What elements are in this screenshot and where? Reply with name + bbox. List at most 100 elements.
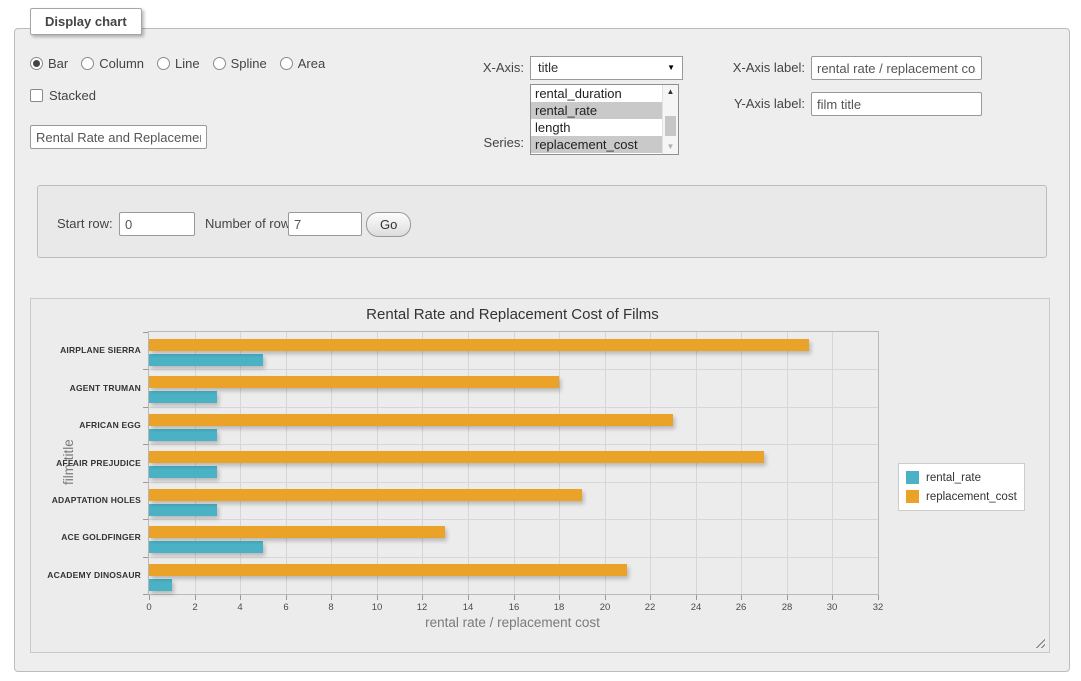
y-axis-label-input[interactable] [811, 92, 982, 116]
legend-item-replacement_cost: replacement_cost [906, 487, 1017, 506]
x-tick-label: 4 [220, 602, 260, 613]
x-axis-selected-value: title [538, 60, 558, 75]
bar-replacement_cost-6 [149, 564, 627, 576]
y-tick [143, 482, 148, 483]
bar-replacement_cost-4 [149, 489, 582, 501]
chart-type-spline[interactable]: Spline [213, 56, 267, 71]
start-row-input[interactable] [119, 212, 195, 236]
category-label: AFRICAN EGG [35, 420, 141, 431]
bar-replacement_cost-2 [149, 414, 673, 426]
stacked-label: Stacked [49, 88, 96, 103]
bar-rental_rate-0 [149, 354, 263, 366]
x-tick [514, 595, 515, 600]
category-label: AFFAIR PREJUDICE [35, 458, 141, 469]
series-option-replacement_cost[interactable]: replacement_cost [531, 136, 662, 153]
radio-icon [81, 57, 94, 70]
bar-rental_rate-4 [149, 504, 217, 516]
x-tick [240, 595, 241, 600]
gridline-h [149, 444, 878, 445]
y-tick [143, 369, 148, 370]
x-tick [605, 595, 606, 600]
x-tick [650, 595, 651, 600]
x-tick [787, 595, 788, 600]
y-tick [143, 519, 148, 520]
chart-type-area[interactable]: Area [280, 56, 325, 71]
x-tick-label: 12 [402, 602, 442, 613]
series-option-rental_duration[interactable]: rental_duration [531, 85, 662, 102]
chart-type-radio-group: Bar Column Line Spline Area [30, 56, 325, 71]
chart-type-line[interactable]: Line [157, 56, 200, 71]
y-tick [143, 407, 148, 408]
radio-icon [30, 57, 43, 70]
gridline-h [149, 369, 878, 370]
x-tick-label: 6 [266, 602, 306, 613]
x-tick-label: 22 [630, 602, 670, 613]
bar-rental_rate-2 [149, 429, 217, 441]
chart-plot-area [148, 331, 879, 595]
y-tick [143, 557, 148, 558]
legend-swatch [906, 471, 919, 484]
display-chart-legend: Display chart [30, 8, 142, 35]
x-tick [878, 595, 879, 600]
radio-icon [280, 57, 293, 70]
x-axis-label-input[interactable] [811, 56, 982, 80]
x-tick [422, 595, 423, 600]
bar-replacement_cost-1 [149, 376, 559, 388]
x-tick [468, 595, 469, 600]
y-axis-field-label: Y-Axis label: [655, 92, 805, 116]
chart-type-label: Area [298, 56, 325, 71]
chart-x-axis-label: rental rate / replacement cost [148, 615, 877, 630]
chart-legend: rental_rate replacement_cost [898, 463, 1025, 511]
category-label: ACE GOLDFINGER [35, 532, 141, 543]
chart-type-label: Spline [231, 56, 267, 71]
x-tick [741, 595, 742, 600]
chart-type-label: Column [99, 56, 144, 71]
x-tick-label: 32 [858, 602, 898, 613]
scrollbar-thumb[interactable] [665, 116, 676, 136]
category-label: AGENT TRUMAN [35, 383, 141, 394]
chart-type-label: Bar [48, 56, 68, 71]
x-tick [149, 595, 150, 600]
stacked-checkbox-row[interactable]: Stacked [30, 88, 96, 103]
chart-title-input[interactable] [30, 125, 207, 149]
resize-grip-icon[interactable] [1033, 636, 1045, 648]
x-tick-label: 18 [539, 602, 579, 613]
radio-icon [157, 57, 170, 70]
y-tick [143, 444, 148, 445]
x-tick [559, 595, 560, 600]
chart-type-bar[interactable]: Bar [30, 56, 68, 71]
bar-rental_rate-6 [149, 579, 172, 591]
radio-icon [213, 57, 226, 70]
x-tick [195, 595, 196, 600]
gridline-h [149, 407, 878, 408]
series-label: Series: [420, 131, 524, 155]
x-tick-label: 8 [311, 602, 351, 613]
num-rows-label: Number of rows: [205, 212, 300, 236]
category-label: ADAPTATION HOLES [35, 495, 141, 506]
chart-title: Rental Rate and Replacement Cost of Film… [148, 306, 877, 323]
bar-replacement_cost-0 [149, 339, 809, 351]
x-axis-label: X-Axis: [420, 56, 524, 80]
display-chart-legend-text: Display chart [45, 14, 127, 29]
x-tick-label: 10 [357, 602, 397, 613]
go-button[interactable]: Go [366, 212, 411, 237]
category-label: ACADEMY DINOSAUR [35, 570, 141, 581]
bar-rental_rate-5 [149, 541, 263, 553]
x-tick-label: 14 [448, 602, 488, 613]
x-tick-label: 2 [175, 602, 215, 613]
gridline-h [149, 482, 878, 483]
chart-container: Rental Rate and Replacement Cost of Film… [30, 298, 1050, 653]
x-tick-label: 26 [721, 602, 761, 613]
legend-label: rental_rate [926, 472, 981, 484]
chart-type-column[interactable]: Column [81, 56, 144, 71]
start-row-label: Start row: [57, 212, 113, 236]
bar-rental_rate-1 [149, 391, 217, 403]
scroll-down-icon[interactable]: ▼ [663, 140, 678, 154]
x-tick [377, 595, 378, 600]
num-rows-input[interactable] [288, 212, 362, 236]
stacked-checkbox[interactable] [30, 89, 43, 102]
series-option-length[interactable]: length [531, 119, 662, 136]
bar-replacement_cost-5 [149, 526, 445, 538]
series-option-rental_rate[interactable]: rental_rate [531, 102, 662, 119]
legend-label: replacement_cost [926, 491, 1017, 503]
